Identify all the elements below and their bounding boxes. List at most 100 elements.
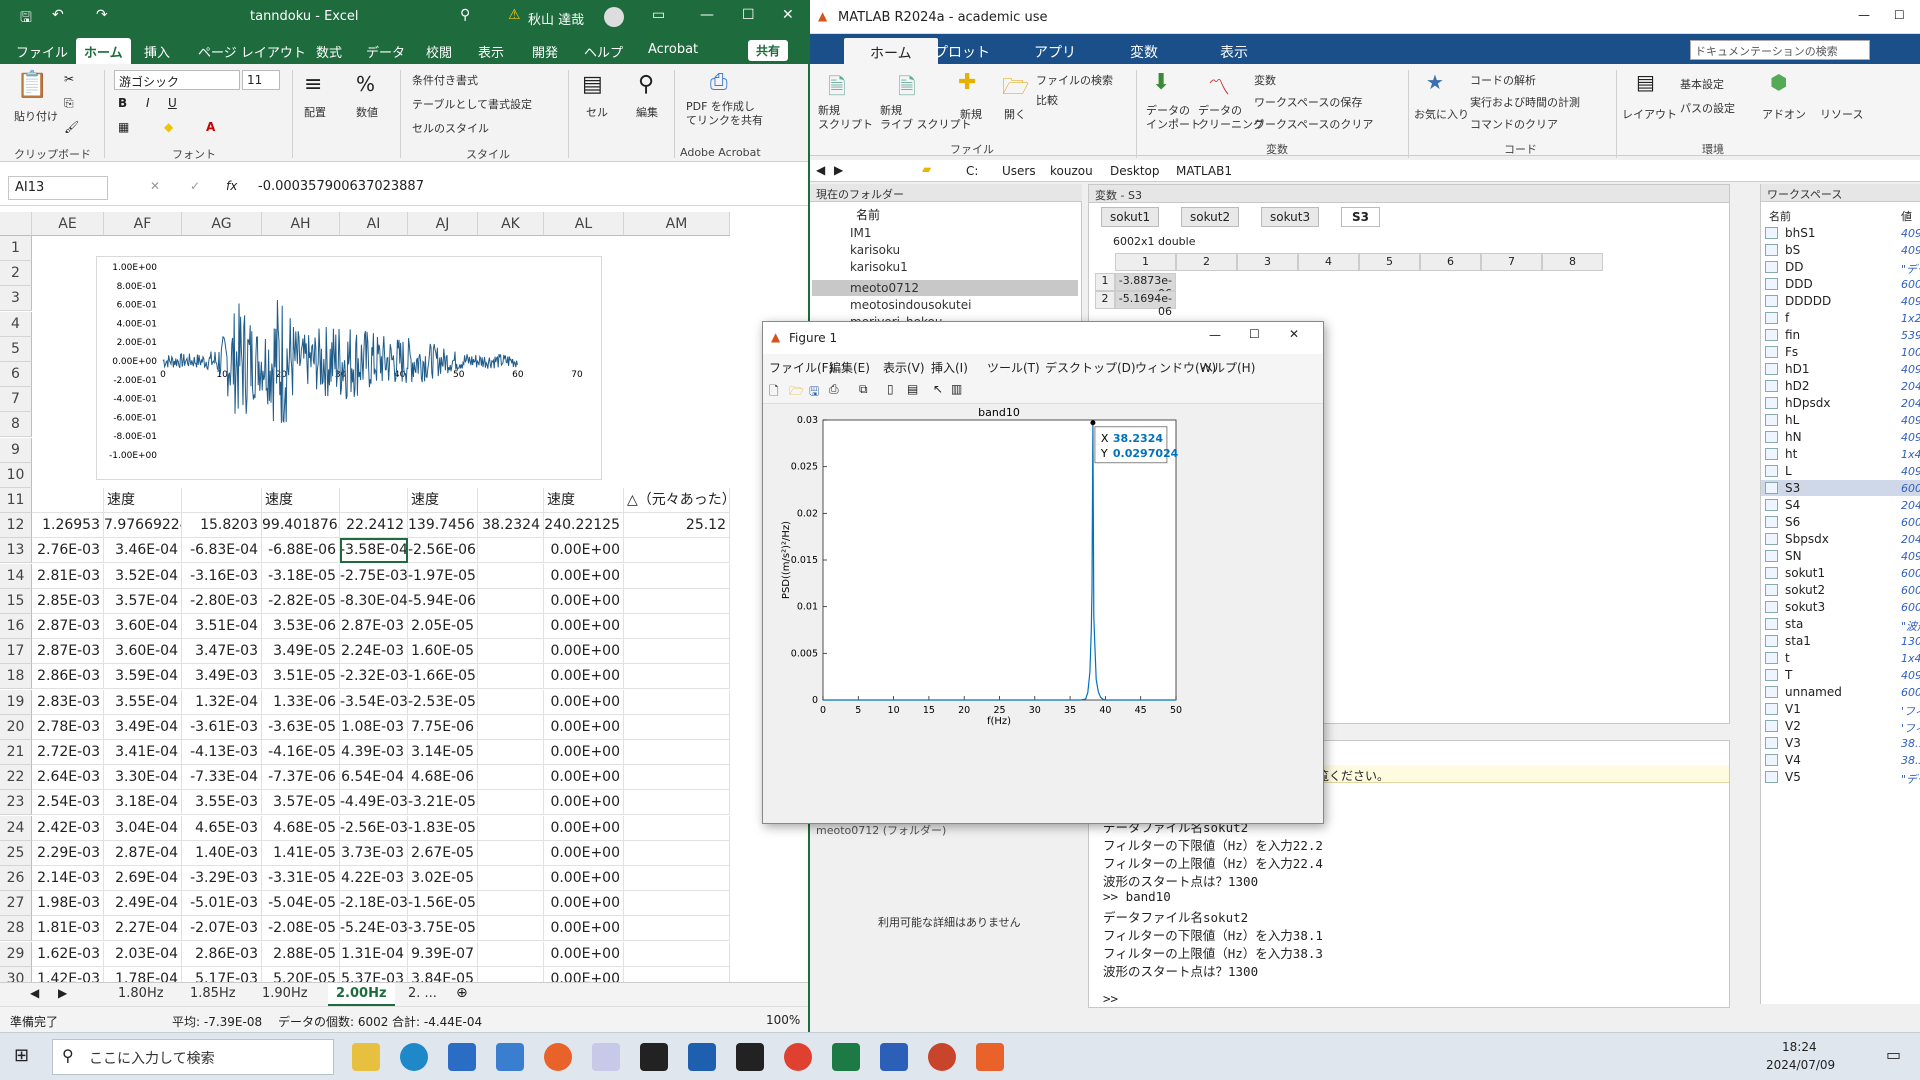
- row-header[interactable]: 24: [0, 815, 32, 841]
- table-cell[interactable]: -4.13E-03: [182, 740, 262, 765]
- path-segment[interactable]: kouzou: [1050, 164, 1093, 178]
- tab-plots[interactable]: プロット: [934, 42, 990, 62]
- table-cell[interactable]: 速度: [262, 488, 340, 513]
- confirm-icon[interactable]: ✓: [190, 179, 200, 193]
- workspace-var-value[interactable]: 38.3: [1901, 754, 1920, 767]
- table-cell[interactable]: [478, 689, 544, 715]
- italic-icon[interactable]: I: [146, 96, 150, 110]
- percent-icon[interactable]: %: [356, 72, 375, 96]
- tab-developer[interactable]: 開発: [532, 42, 558, 61]
- table-cell[interactable]: 0.00E+00: [544, 941, 624, 967]
- row-header[interactable]: 27: [0, 891, 32, 917]
- table-cell[interactable]: [340, 488, 408, 513]
- new-figure-icon[interactable]: 🗋: [769, 382, 779, 403]
- var-column-header[interactable]: 4: [1298, 253, 1359, 271]
- workspace-var-value[interactable]: 4096: [1901, 431, 1920, 444]
- table-cell[interactable]: [478, 614, 544, 639]
- table-cell[interactable]: 2.27E-04: [104, 916, 182, 942]
- table-cell[interactable]: -2.32E-03: [340, 664, 408, 690]
- doc-search-input[interactable]: ドキュメンテーションの検索: [1690, 40, 1870, 60]
- table-cell[interactable]: [624, 765, 730, 791]
- link-plot-icon[interactable]: ⧉: [859, 382, 868, 397]
- table-cell[interactable]: 2.42E-03: [32, 815, 104, 841]
- column-header[interactable]: AG: [182, 212, 262, 236]
- table-cell[interactable]: [478, 664, 544, 690]
- table-cell[interactable]: 1.81E-03: [32, 916, 104, 942]
- favorites-button[interactable]: お気に入り: [1414, 106, 1469, 122]
- column-header[interactable]: AF: [104, 212, 182, 236]
- path-segment[interactable]: Users: [1002, 164, 1036, 178]
- paste-button-label[interactable]: 貼り付け: [14, 108, 58, 124]
- clear-workspace-button[interactable]: ワークスペースのクリア: [1254, 116, 1373, 132]
- table-cell[interactable]: 0.00E+00: [544, 614, 624, 639]
- column-header[interactable]: AM: [624, 212, 730, 236]
- workspace-var-value[interactable]: 6005: [1901, 567, 1920, 580]
- name-box[interactable]: AI13: [8, 176, 108, 200]
- table-cell[interactable]: 3.57E-04: [104, 588, 182, 614]
- table-format-button[interactable]: テーブルとして書式設定: [412, 96, 532, 112]
- table-cell[interactable]: [478, 815, 544, 841]
- table-cell[interactable]: [478, 840, 544, 866]
- redo-icon[interactable]: ↷: [96, 7, 108, 23]
- workspace-var-value[interactable]: 4096: [1901, 414, 1920, 427]
- table-cell[interactable]: 3.41E-04: [104, 740, 182, 765]
- set-path-button[interactable]: パスの設定: [1680, 100, 1735, 116]
- open-file-icon[interactable]: 🗁: [789, 382, 804, 403]
- table-cell[interactable]: -3.18E-05: [262, 563, 340, 589]
- variable-button[interactable]: 変数: [1254, 72, 1276, 88]
- insert-legend-icon[interactable]: ▤: [907, 382, 918, 396]
- workspace-var-name[interactable]: hDpsdx: [1785, 396, 1830, 410]
- table-cell[interactable]: -3.75E-05: [408, 916, 478, 942]
- workspace-var-value[interactable]: 5395: [1901, 329, 1920, 342]
- clear-commands-button[interactable]: コマンドのクリア: [1470, 116, 1558, 132]
- row-header[interactable]: 3: [0, 286, 32, 312]
- table-cell[interactable]: 139.7456: [408, 513, 478, 539]
- table-cell[interactable]: [624, 941, 730, 967]
- tab-page-layout[interactable]: ページ レイアウト: [198, 42, 306, 61]
- workspace-var-name[interactable]: ht: [1785, 447, 1797, 461]
- tab-view[interactable]: 表示: [1220, 42, 1248, 62]
- table-cell[interactable]: [624, 790, 730, 816]
- run-and-time-button[interactable]: 実行および時間の計測: [1470, 94, 1580, 110]
- save-workspace-button[interactable]: ワークスペースの保存: [1254, 94, 1362, 110]
- table-cell[interactable]: 5.17E-03: [182, 966, 262, 982]
- table-cell[interactable]: 1.26953: [32, 513, 104, 539]
- table-cell[interactable]: -5.94E-06: [408, 588, 478, 614]
- table-cell[interactable]: 1.40E-03: [182, 840, 262, 866]
- table-cell[interactable]: 1.31E-04: [340, 941, 408, 967]
- tab-insert[interactable]: 挿入: [144, 42, 170, 61]
- table-cell[interactable]: 9.39E-07: [408, 941, 478, 967]
- preferences-button[interactable]: 基本設定: [1680, 76, 1724, 92]
- open-icon[interactable]: 🗁: [1002, 70, 1029, 108]
- table-cell[interactable]: 2.87E-04: [104, 840, 182, 866]
- table-cell[interactable]: 5.37E-03: [340, 966, 408, 982]
- table-cell[interactable]: 2.03E-04: [104, 941, 182, 967]
- sheet-tab[interactable]: 1.80Hz: [118, 986, 164, 1001]
- row-header[interactable]: 23: [0, 790, 32, 816]
- path-segment[interactable]: MATLAB1: [1176, 164, 1232, 178]
- table-cell[interactable]: 3.51E-04: [182, 614, 262, 639]
- path-segment[interactable]: Desktop: [1110, 164, 1160, 178]
- workspace-var-name[interactable]: unnamed: [1785, 685, 1842, 699]
- figure-menu-item[interactable]: 表示(V): [883, 359, 925, 376]
- table-cell[interactable]: [624, 563, 730, 589]
- tab-review[interactable]: 校閲: [426, 42, 452, 61]
- table-cell[interactable]: [624, 538, 730, 564]
- folder-name-column[interactable]: 名前: [856, 206, 880, 223]
- edge-icon[interactable]: [400, 1043, 428, 1071]
- workspace-var-value[interactable]: 6005: [1901, 686, 1920, 699]
- var-column-header[interactable]: 1: [1115, 253, 1176, 271]
- workspace-var-name[interactable]: DD: [1785, 260, 1803, 274]
- close-icon[interactable]: ✕: [782, 7, 794, 23]
- table-cell[interactable]: 3.59E-04: [104, 664, 182, 690]
- table-cell[interactable]: 22.2412: [340, 513, 408, 539]
- table-cell[interactable]: 7.97669224: [104, 513, 182, 539]
- ws-name-column[interactable]: 名前: [1769, 208, 1791, 224]
- table-cell[interactable]: -2.82E-05: [262, 588, 340, 614]
- var-column-header[interactable]: 2: [1176, 253, 1237, 271]
- row-header[interactable]: 25: [0, 840, 32, 866]
- table-cell[interactable]: 3.52E-04: [104, 563, 182, 589]
- workspace-var-name[interactable]: sta1: [1785, 634, 1811, 648]
- table-cell[interactable]: [624, 664, 730, 690]
- workspace-var-value[interactable]: 100: [1901, 346, 1920, 359]
